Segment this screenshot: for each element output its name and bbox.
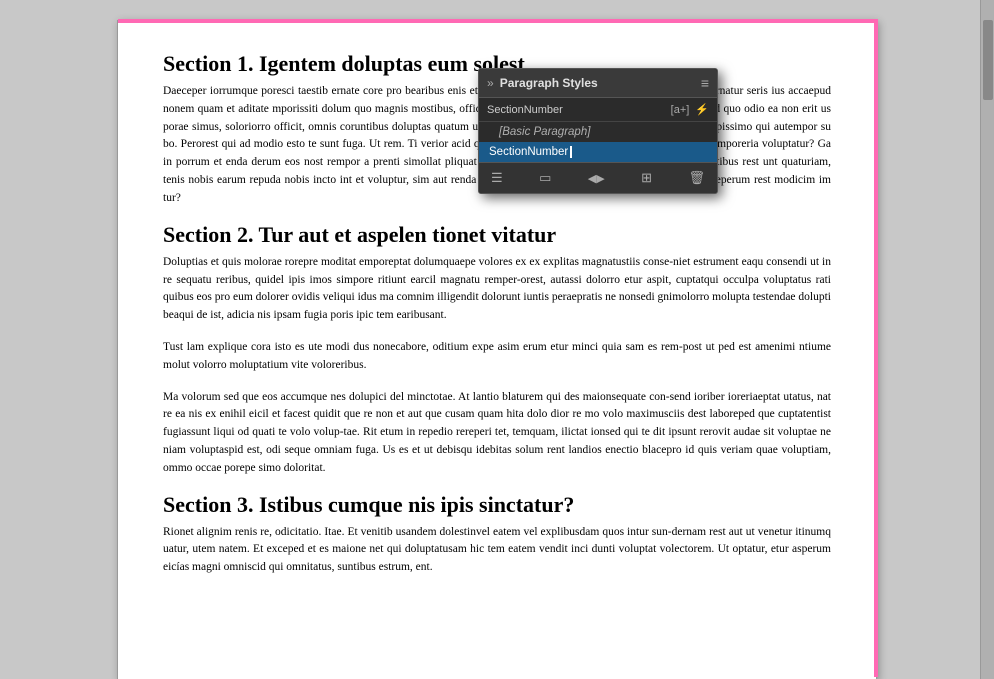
panel-title: Paragraph Styles bbox=[500, 76, 598, 90]
section-3-body: Rionet alignim renis re, odicitatio. Ita… bbox=[163, 524, 831, 577]
load-styles-button[interactable]: ▭ bbox=[535, 168, 555, 188]
panel-search-icons: [a+] ⚡ bbox=[671, 103, 709, 116]
panel-search-row: SectionNumber [a+] ⚡ bbox=[479, 98, 717, 122]
section-2-body3: Ma volorum sed que eos accumque nes dolu… bbox=[163, 389, 831, 478]
section-2-heading: Section 2. Tur aut et aspelen tionet vit… bbox=[163, 222, 831, 248]
panel-header: » Paragraph Styles ≡ bbox=[479, 69, 717, 98]
create-new-style-button[interactable]: ☰ bbox=[487, 168, 507, 188]
redefine-style-button[interactable]: ◀▶ bbox=[584, 170, 609, 187]
scrollbar-thumb[interactable] bbox=[983, 20, 993, 100]
list-item-basic-paragraph[interactable]: [Basic Paragraph] bbox=[479, 122, 717, 142]
panel-search-label: SectionNumber bbox=[487, 104, 671, 116]
clear-overrides-button[interactable]: ⊞ bbox=[637, 168, 656, 188]
panel-list: [Basic Paragraph] SectionNumber bbox=[479, 122, 717, 162]
panel-footer: ☰ ▭ ◀▶ ⊞ 🗑 bbox=[479, 162, 717, 193]
section-3-heading: Section 3. Istibus cumque nis ipis sinct… bbox=[163, 492, 831, 518]
delete-style-button[interactable]: 🗑 bbox=[684, 168, 709, 188]
section-3: Section 3. Istibus cumque nis ipis sinct… bbox=[163, 492, 831, 577]
list-item-section-number[interactable]: SectionNumber bbox=[479, 142, 717, 162]
section-2-body2: Tust lam explique cora isto es ute modi … bbox=[163, 339, 831, 375]
cursor-indicator bbox=[570, 146, 572, 158]
panel-collapse-icon[interactable]: » bbox=[487, 76, 494, 90]
paragraph-styles-panel: » Paragraph Styles ≡ SectionNumber [a+] … bbox=[478, 68, 718, 194]
panel-title-area: » Paragraph Styles bbox=[487, 76, 598, 90]
vertical-scrollbar[interactable] bbox=[980, 0, 994, 679]
basic-paragraph-label: [Basic Paragraph] bbox=[499, 126, 590, 138]
lightning-icon[interactable]: ⚡ bbox=[695, 103, 709, 116]
section-2-body1: Doluptias et quis molorae rorepre modita… bbox=[163, 254, 831, 325]
section-2: Section 2. Tur aut et aspelen tionet vit… bbox=[163, 222, 831, 478]
panel-menu-icon[interactable]: ≡ bbox=[701, 75, 709, 91]
add-style-icon[interactable]: [a+] bbox=[671, 104, 690, 116]
section-number-label: SectionNumber bbox=[489, 146, 568, 158]
